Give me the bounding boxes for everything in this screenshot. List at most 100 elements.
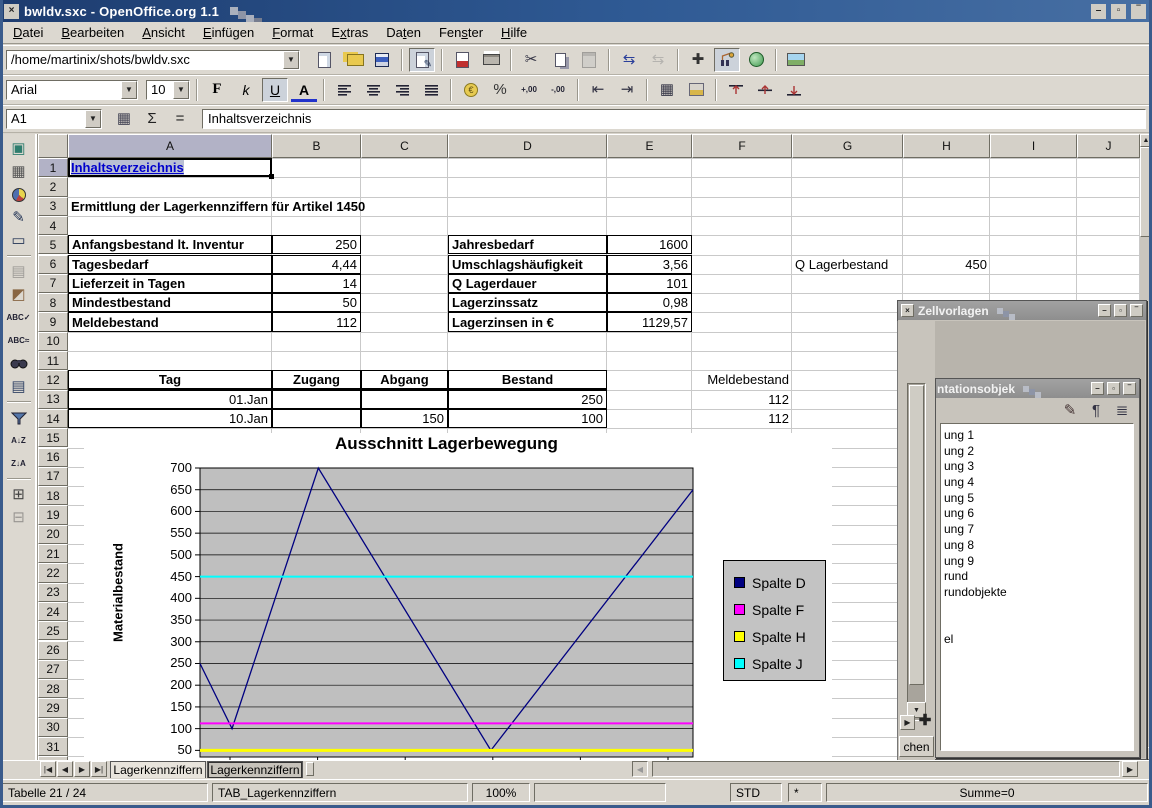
row-header-23[interactable]: 23 <box>38 583 68 602</box>
embedded-chart[interactable]: Ausschnitt LagerbewegungMaterialbestand7… <box>84 433 832 760</box>
style-list-item[interactable]: ung 5 <box>941 491 1133 507</box>
maximize-button[interactable]: ▫ <box>1114 304 1127 317</box>
cell-E8[interactable]: 0,98 <box>607 293 692 312</box>
row-header-1[interactable]: 1 <box>38 158 68 177</box>
cell-D13[interactable]: 250 <box>448 390 607 409</box>
autospellcheck-button[interactable]: ABC≈ <box>6 329 32 352</box>
italic-button[interactable]: k <box>233 78 259 102</box>
menu-daten[interactable]: Daten <box>377 23 430 42</box>
row-header-8[interactable]: 8 <box>38 293 68 312</box>
style-list-item[interactable]: ung 2 <box>941 444 1133 460</box>
cell-F12[interactable]: Meldebestand <box>692 370 792 389</box>
new-style-from-selection-button[interactable]: ¶ <box>1085 400 1107 420</box>
column-header-I[interactable]: I <box>990 134 1077 158</box>
style-list-item[interactable]: el <box>941 632 1133 648</box>
decrease-indent-button[interactable]: ⇤ <box>585 78 611 102</box>
cell-D12[interactable]: Bestand <box>448 370 607 389</box>
next-sheet-button[interactable]: ▶ <box>74 761 90 777</box>
url-combo[interactable]: /home/martinix/shots/bwldv.sxc ▼ <box>6 50 300 70</box>
navigator-button[interactable]: ✚ <box>685 48 711 72</box>
minimize-button[interactable]: – <box>1091 382 1104 395</box>
move-handle-icon[interactable]: ✚ <box>916 712 934 730</box>
row-header-21[interactable]: 21 <box>38 544 68 563</box>
window-menu-icon[interactable]: × <box>4 4 19 19</box>
stylist-button[interactable] <box>714 48 740 72</box>
previous-sheet-button[interactable]: ◀ <box>57 761 73 777</box>
print-file-button[interactable] <box>478 48 504 72</box>
cell-B8[interactable]: 50 <box>272 293 361 312</box>
row-header-20[interactable]: 20 <box>38 525 68 544</box>
first-sheet-button[interactable]: |◀ <box>40 761 56 777</box>
row-header-17[interactable]: 17 <box>38 467 68 486</box>
sheet-tab-2[interactable]: Lagerkennziffern <box>207 761 303 778</box>
selection-handle[interactable] <box>269 174 274 179</box>
cell-A14[interactable]: 10.Jan <box>68 409 272 428</box>
style-list-item[interactable]: ung 4 <box>941 475 1133 491</box>
group-button[interactable]: ⊞ <box>6 483 32 506</box>
cell-D9[interactable]: Lagerzinsen in € <box>448 312 607 331</box>
redo-button[interactable]: ⇆ <box>645 48 671 72</box>
row-header-7[interactable]: 7 <box>38 274 68 293</box>
menu-hilfe[interactable]: Hilfe <box>492 23 536 42</box>
sort-ascending-button[interactable]: A↓Z <box>6 429 32 452</box>
maximize-button[interactable]: ▫ <box>1107 382 1120 395</box>
style-list-item[interactable]: ung 8 <box>941 538 1133 554</box>
zellvorlagen-title-bar[interactable]: × Zellvorlagen –▫‾ <box>898 301 1146 320</box>
open-document-button[interactable] <box>340 48 366 72</box>
style-list-item[interactable] <box>941 616 1133 632</box>
insert-object-button[interactable] <box>6 183 32 206</box>
autoformat-button[interactable]: ▤ <box>6 260 32 283</box>
cell-E5[interactable]: 1600 <box>607 235 692 254</box>
cell-E7[interactable]: 101 <box>607 274 692 293</box>
new-document-button[interactable] <box>311 48 337 72</box>
row-header-14[interactable]: 14 <box>38 409 68 428</box>
cell-G6[interactable]: Q Lagerbestand <box>792 255 903 274</box>
row-header-25[interactable]: 25 <box>38 621 68 640</box>
tab-scroll-left-icon[interactable]: ◀ <box>632 761 648 777</box>
style-list-item[interactable]: rund <box>941 569 1133 585</box>
datasources-button[interactable]: ▤ <box>6 375 32 398</box>
scroll-right-icon[interactable]: ▶ <box>1122 761 1138 777</box>
column-header-D[interactable]: D <box>448 134 607 158</box>
column-header-G[interactable]: G <box>792 134 903 158</box>
form-controls-button[interactable]: ▭ <box>6 229 32 252</box>
font-size-combo[interactable]: 10 ▼ <box>146 80 190 100</box>
url-dropdown-icon[interactable]: ▼ <box>283 51 299 69</box>
bold-button[interactable]: F <box>204 78 230 102</box>
cell-F13[interactable]: 112 <box>692 390 792 409</box>
align-left-button[interactable] <box>331 78 357 102</box>
style-list-item[interactable]: rundobjekte <box>941 585 1133 601</box>
autofilter-button[interactable] <box>6 406 32 429</box>
edit-file-button[interactable]: ✎ <box>409 48 435 72</box>
scroll-up-icon[interactable]: ▲ <box>1140 134 1152 147</box>
row-header-9[interactable]: 9 <box>38 312 68 331</box>
row-header-26[interactable]: 26 <box>38 641 68 660</box>
row-header-27[interactable]: 27 <box>38 660 68 679</box>
save-document-button[interactable] <box>369 48 395 72</box>
align-top-button[interactable] <box>723 78 749 102</box>
cell-B12[interactable]: Zugang <box>272 370 361 389</box>
style-list-item[interactable]: ung 1 <box>941 428 1133 444</box>
cell-A1[interactable]: Inhaltsverzeichnis <box>68 158 272 177</box>
cell-C14[interactable]: 150 <box>361 409 448 428</box>
style-list-item[interactable]: ung 9 <box>941 554 1133 570</box>
equals-button[interactable]: = <box>167 107 193 131</box>
align-center-vertical-button[interactable] <box>752 78 778 102</box>
shade-button[interactable]: ‾ <box>1123 382 1136 395</box>
row-header-28[interactable]: 28 <box>38 679 68 698</box>
cell-H6[interactable]: 450 <box>903 255 990 274</box>
remove-decimal-button[interactable]: -,00 <box>545 78 571 102</box>
shade-button[interactable]: ‾ <box>1131 4 1146 19</box>
undo-button[interactable]: ⇆ <box>616 48 642 72</box>
cell-D8[interactable]: Lagerzinssatz <box>448 293 607 312</box>
copy-button[interactable] <box>547 48 573 72</box>
shade-button[interactable]: ‾ <box>1130 304 1143 317</box>
menu-fenster[interactable]: Fenster <box>430 23 492 42</box>
menu-datei[interactable]: Datei <box>4 23 52 42</box>
number-currency-button[interactable]: € <box>458 78 484 102</box>
row-header-15[interactable]: 15 <box>38 428 68 447</box>
align-center-button[interactable] <box>360 78 386 102</box>
export-pdf-button[interactable] <box>449 48 475 72</box>
status-zoom-level[interactable]: 100% <box>472 783 530 802</box>
paste-button[interactable] <box>576 48 602 72</box>
